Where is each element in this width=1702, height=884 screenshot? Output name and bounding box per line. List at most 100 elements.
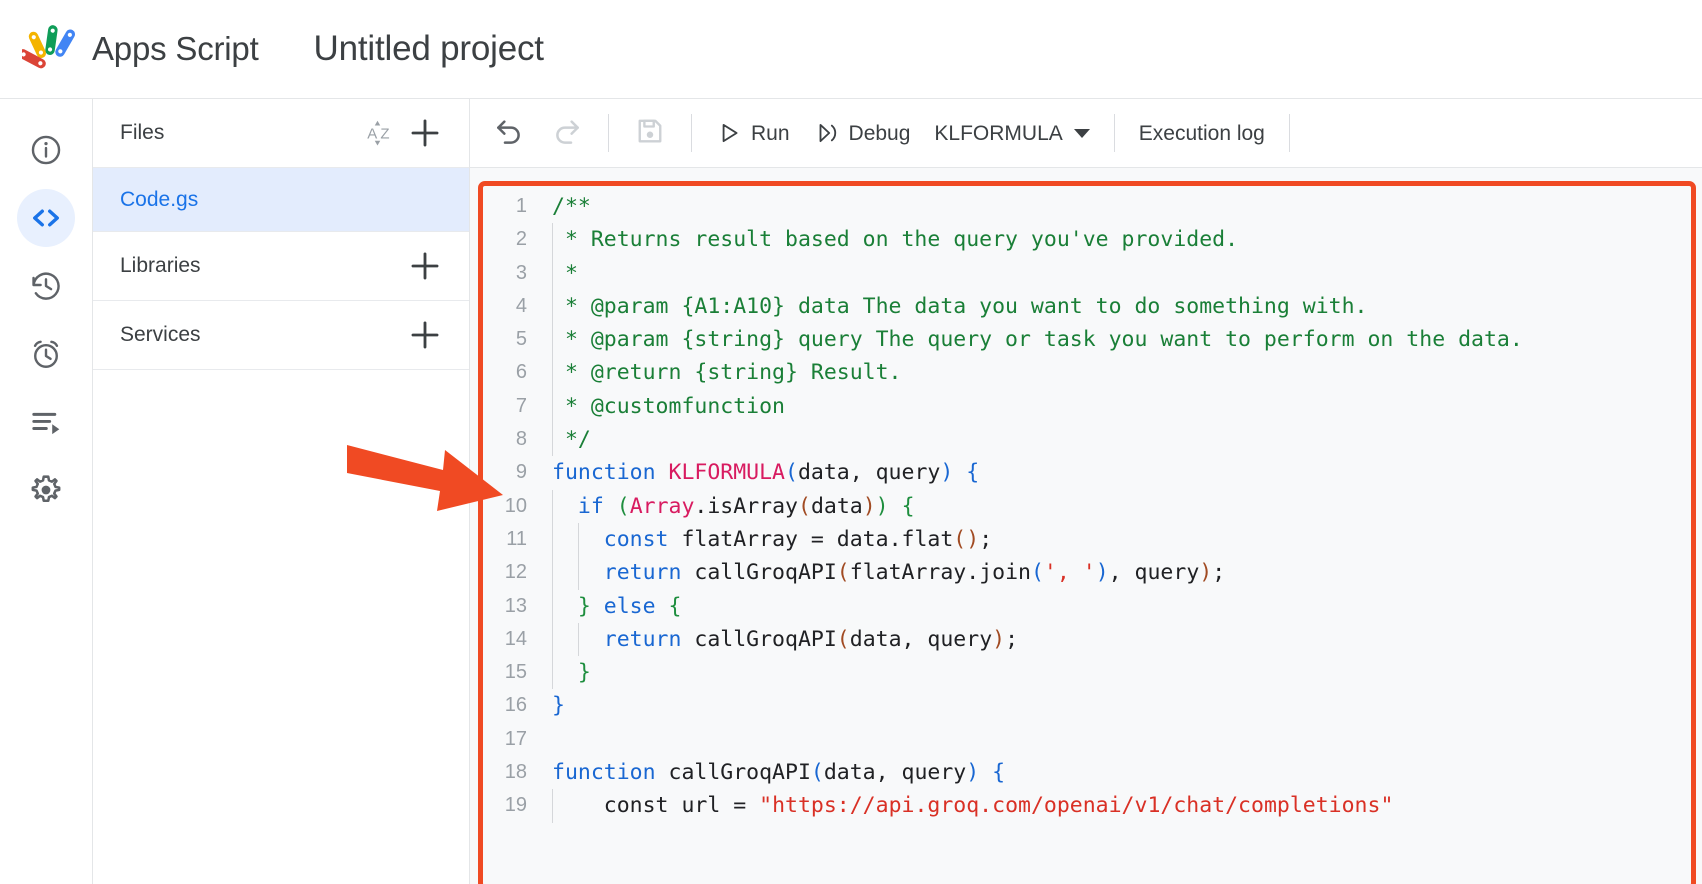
sidebar-item-executions[interactable] [17,325,75,383]
sidebar-item-triggers-history[interactable] [17,257,75,315]
left-rail [0,99,93,884]
execution-log-button[interactable]: Execution log [1127,110,1277,156]
code-token: ) [1095,560,1109,586]
code-token: * @return {string} Result. [552,360,902,386]
toolbar-divider-3 [1113,114,1115,152]
code-line[interactable]: 12 return callGroqAPI(flatArray.join(', … [470,556,1702,590]
play-triangle-icon [716,120,751,146]
code-line[interactable]: 13 } else { [470,589,1702,624]
sidebar-item-logs[interactable] [17,393,75,451]
undo-button[interactable] [484,108,534,158]
code-token: else [603,593,656,619]
sort-az-icon[interactable]: A Z [359,111,403,155]
code-line[interactable]: 10 if (Array.isArray(data)) { [470,489,1702,524]
add-file-button[interactable] [403,111,447,155]
code-token: flatArray.join [849,560,1031,586]
code-line[interactable]: 18 function callGroqAPI(data, query) { [470,756,1702,789]
code-line-text: return callGroqAPI(flatArray.join(', '),… [544,556,1225,590]
code-token: ) [1199,560,1213,586]
code-token: return [603,560,682,586]
brand-name: Apps Script [92,30,259,67]
code-line[interactable]: 5 * @param {string} query The query or t… [470,323,1702,357]
line-number: 17 [504,727,527,750]
code-line[interactable]: 16} [470,689,1702,722]
code-token: , query [1108,560,1200,586]
code-line[interactable]: 9 function KLFORMULA(data, query) { [470,456,1702,489]
file-item-code-gs[interactable]: Code.gs [93,168,469,232]
code-token: if [577,493,604,519]
toolbar-divider-2 [691,114,692,152]
run-button[interactable]: Run [704,110,802,156]
files-section-title: Files [120,121,165,144]
line-number: 8 [515,428,527,451]
sidebar-item-editor[interactable] [17,189,75,247]
code-line[interactable]: 17 [470,723,1702,756]
code-line[interactable]: 14 return callGroqAPI(data, query); [470,622,1702,657]
code-line[interactable]: 19 const url = "https://api.groq.com/ope… [470,789,1702,823]
code-editor[interactable]: 1 /** 2 * Returns result based on the quer… [470,168,1702,884]
line-number: 7 [515,394,527,417]
save-button[interactable] [625,108,675,158]
info-circle-icon [29,133,63,167]
code-token: const [603,526,669,552]
redo-button[interactable] [542,108,592,158]
undo-icon [493,115,525,152]
code-line-text: /** [544,190,591,223]
sidebar-item-overview[interactable] [17,121,75,179]
code-line[interactable]: 11 const flatArray = data.flat(); [470,522,1702,557]
line-number: 2 [515,228,527,251]
code-token: } [552,693,565,719]
code-line-text: const url = "https://api.groq.com/openai… [544,789,1393,823]
code-token: { [668,593,682,619]
chevron-down-icon [1073,128,1090,138]
function-selector[interactable]: KLFORMULA [922,110,1101,156]
services-section-header: Services [93,301,469,370]
code-token: ', ' [1043,560,1096,586]
svg-text:Z: Z [380,126,389,143]
apps-script-logo-icon [22,21,78,77]
line-number: 18 [504,761,527,784]
code-line[interactable]: 15 } [470,656,1702,690]
services-section-title: Services [120,323,201,346]
add-service-button[interactable] [403,313,447,357]
project-title[interactable]: Untitled project [314,29,544,69]
code-token: callGroqAPI [681,560,837,586]
code-line-text: * @customfunction [544,389,785,424]
code-line[interactable]: 6 * @return {string} Result. [470,356,1702,391]
code-token: KLFORMULA [668,460,786,486]
code-line-text: } [544,656,591,690]
code-region[interactable]: 1 /** 2 * Returns result based on the quer… [470,168,1702,884]
code-token: * @param {A1:A10} data The data you want… [552,293,1368,319]
function-selector-value: KLFORMULA [934,121,1063,145]
code-line[interactable]: 1 /** [470,190,1702,223]
add-library-button[interactable] [403,244,447,288]
app-body: Files A Z Code.gs Libraries Services Run… [0,99,1702,884]
code-line[interactable]: 7 * @customfunction [470,389,1702,424]
code-token: * Returns result based on the query you'… [552,227,1239,253]
code-line-text: const flatArray = data.flat(); [544,522,992,557]
sidebar-item-settings[interactable] [17,461,75,519]
line-number: 4 [515,294,527,317]
debug-button[interactable]: Debug [802,110,923,156]
line-number: 6 [515,361,527,384]
code-line-text: } [544,689,565,722]
line-number: 9 [515,461,527,484]
code-line[interactable]: 4 * @param {A1:A10} data The data you wa… [470,289,1702,324]
code-line-text: */ [544,423,591,457]
code-line[interactable]: 8 */ [470,423,1702,457]
alarm-clock-icon [29,337,63,371]
code-line-text: * @param {string} query The query or tas… [544,323,1523,357]
code-line-text: * [544,256,578,291]
code-line[interactable]: 2 * Returns result based on the query yo… [470,223,1702,257]
code-token: data, query [849,626,993,652]
code-token: } [577,593,591,619]
brand[interactable]: Apps Script [22,21,259,77]
code-line[interactable]: 3 * [470,256,1702,291]
code-token: ( [797,493,811,519]
code-token: callGroqAPI [668,760,811,786]
